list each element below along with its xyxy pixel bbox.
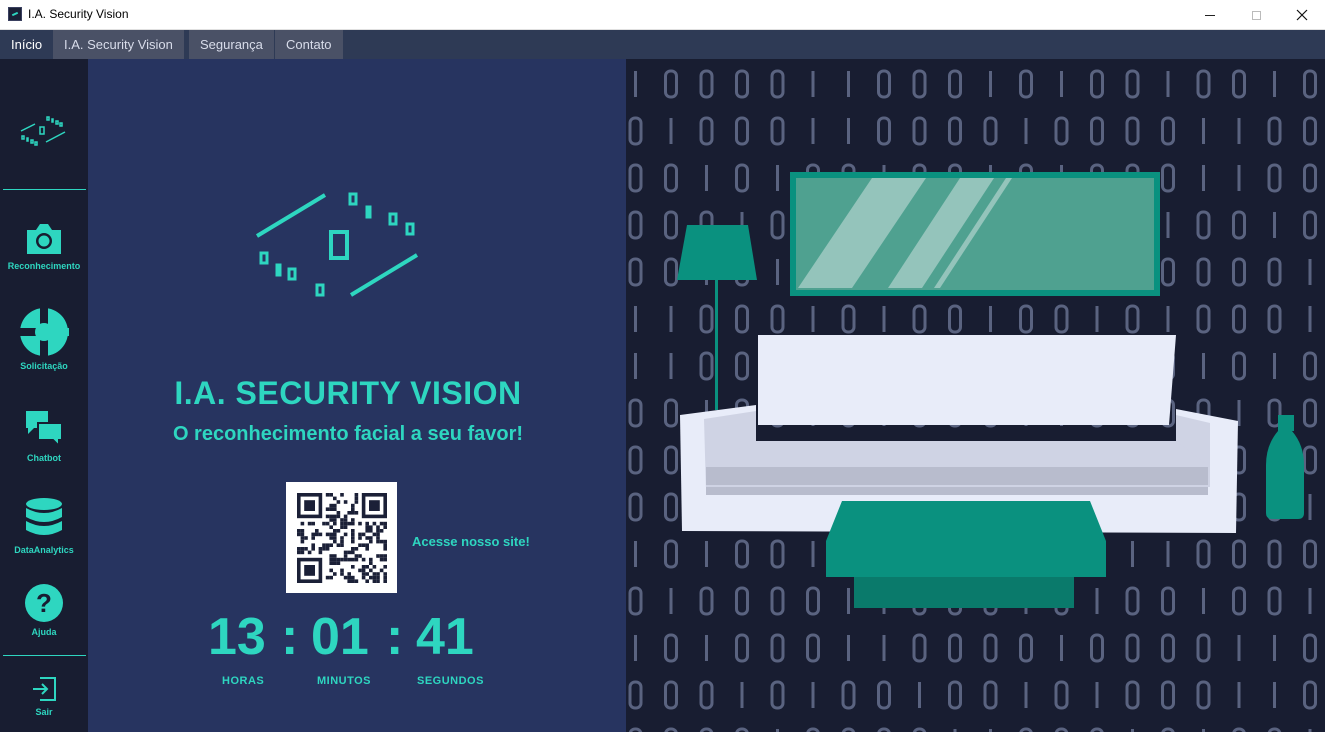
help-icon: ? xyxy=(25,584,63,622)
sidebar-label-solicitacao: Solicitação xyxy=(20,361,68,371)
sidebar-label-reconhecimento: Reconhecimento xyxy=(7,261,81,271)
window-titlebar: I.A. Security Vision xyxy=(0,0,1325,30)
menu-item-contato[interactable]: Contato xyxy=(275,30,343,59)
floor-lamp-icon xyxy=(677,225,757,410)
sidebar-item-dataanalytics[interactable]: DataAnalytics xyxy=(0,497,88,555)
sidebar-item-solicitacao[interactable]: Solicitação xyxy=(0,307,88,371)
database-icon xyxy=(26,498,62,535)
qr-code[interactable] xyxy=(286,482,397,593)
app-logo-icon xyxy=(8,7,22,21)
sidebar-item-sair[interactable]: Sair xyxy=(0,675,88,717)
request-pie-icon xyxy=(19,307,69,357)
sidebar-divider xyxy=(3,189,86,190)
brand-logo-icon xyxy=(255,192,419,297)
svg-text:?: ? xyxy=(36,588,52,618)
sidebar-item-reconhecimento[interactable]: Reconhecimento xyxy=(0,221,88,271)
maximize-button[interactable] xyxy=(1233,0,1279,30)
living-room-illustration xyxy=(677,172,1304,608)
minimize-button[interactable] xyxy=(1187,0,1233,30)
menu-item-seguranca[interactable]: Segurança xyxy=(189,30,274,59)
camera-icon xyxy=(27,224,61,254)
chat-bubbles-icon xyxy=(26,411,63,449)
brand-title: I.A. SECURITY VISION xyxy=(174,375,522,411)
clock-separator: : xyxy=(386,608,404,666)
clock-minutes-label: MINUTOS xyxy=(317,675,372,687)
sidebar-label-sair: Sair xyxy=(35,707,53,717)
clock-hours-label: HORAS xyxy=(222,675,265,687)
sidebar-item-chatbot[interactable]: Chatbot xyxy=(0,409,88,463)
sidebar-label-chatbot: Chatbot xyxy=(27,453,61,463)
clock-hours: 13 xyxy=(208,608,266,666)
menu-item-security-vision[interactable]: I.A. Security Vision xyxy=(53,30,184,59)
illustration-panel xyxy=(626,59,1325,732)
sidebar-divider xyxy=(3,655,86,656)
close-button[interactable] xyxy=(1279,0,1325,30)
sidebar-item-ajuda[interactable]: ? Ajuda xyxy=(0,583,88,637)
mirror-icon xyxy=(790,172,1160,296)
sidebar-logo-icon xyxy=(20,116,66,146)
qr-label: Acesse nosso site! xyxy=(412,534,530,549)
sidebar-label-dataanalytics: DataAnalytics xyxy=(14,545,74,555)
clock-minutes: 01 xyxy=(311,608,369,666)
qr-code-icon xyxy=(297,493,387,583)
brand-subtitle: O reconhecimento facial a seu favor! xyxy=(172,423,524,445)
coffee-table-icon xyxy=(826,501,1106,608)
main-panel: I.A. SECURITY VISION O reconhecimento fa… xyxy=(88,59,626,732)
sidebar-label-ajuda: Ajuda xyxy=(31,627,57,637)
maximize-icon xyxy=(1251,10,1261,20)
exit-icon xyxy=(33,677,56,701)
menu-item-inicio[interactable]: Início xyxy=(0,30,54,59)
menu-bar: Início I.A. Security Vision Segurança Co… xyxy=(0,30,1325,59)
clock-separator: : xyxy=(281,608,299,666)
clock-seconds-label: SEGUNDOS xyxy=(417,675,484,687)
close-icon xyxy=(1296,9,1308,21)
sidebar: Reconhecimento Solicitação Chatbot DataA… xyxy=(0,59,88,732)
clock-seconds: 41 xyxy=(416,608,474,666)
vase-icon xyxy=(1266,415,1304,519)
window-title: I.A. Security Vision xyxy=(28,7,129,21)
minimize-icon xyxy=(1205,14,1215,16)
